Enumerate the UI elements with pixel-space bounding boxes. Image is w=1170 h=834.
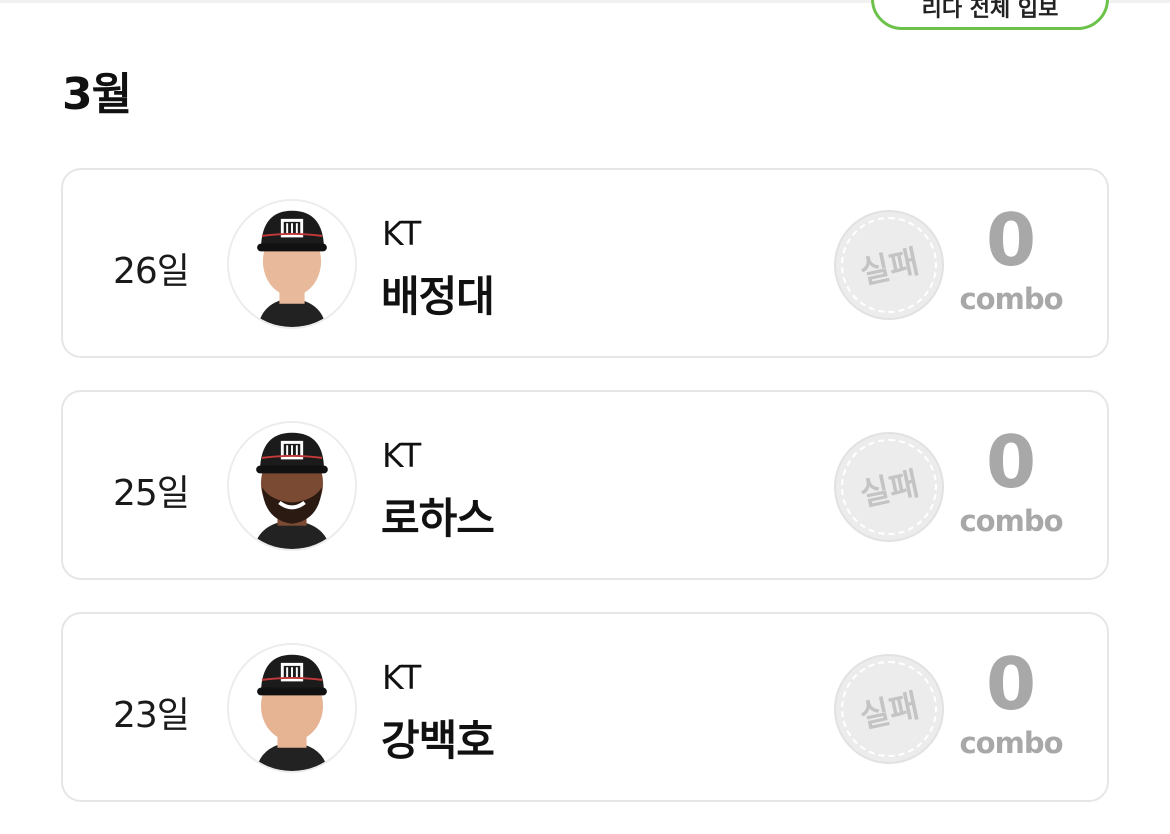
combo-label: combo [959,726,1063,760]
player-photo-icon [229,645,355,771]
team-name: KT [382,436,422,475]
player-name: 강백호 [381,716,495,765]
player-photo-icon [229,423,355,549]
view-all-button[interactable]: 리다 전체 입보 [871,0,1109,30]
player-photo-icon [229,201,355,327]
result-label: 실패 [856,242,923,292]
list-item[interactable]: 26일 KT 배정대 실패 0 combo [61,168,1109,358]
result-stamp: 실패 [834,210,944,320]
combo-label: combo [959,504,1063,538]
player-avatar [227,643,357,773]
combo-count: 0 [985,198,1037,282]
combo-count: 0 [985,642,1037,726]
game-date: 23일 [113,695,190,736]
game-date: 25일 [113,473,190,514]
schedule-page: 리다 전체 입보 3월 26일 KT 배정대 실패 0 combo 25일 KT… [0,0,1170,834]
player-name: 로하스 [381,494,495,543]
player-avatar [227,421,357,551]
month-title: 3월 [62,69,132,120]
view-all-label: 리다 전체 입보 [921,0,1059,22]
combo-label: combo [959,282,1063,316]
team-name: KT [382,214,422,253]
combo-count: 0 [985,420,1037,504]
list-item[interactable]: 23일 KT 강백호 실패 0 combo [61,612,1109,802]
game-date: 26일 [113,251,190,292]
team-name: KT [382,658,422,697]
result-stamp: 실패 [834,432,944,542]
player-name: 배정대 [381,272,495,321]
result-label: 실패 [856,686,923,736]
player-avatar [227,199,357,329]
result-stamp: 실패 [834,654,944,764]
result-label: 실패 [856,464,923,514]
list-item[interactable]: 25일 KT 로하스 실패 0 combo [61,390,1109,580]
